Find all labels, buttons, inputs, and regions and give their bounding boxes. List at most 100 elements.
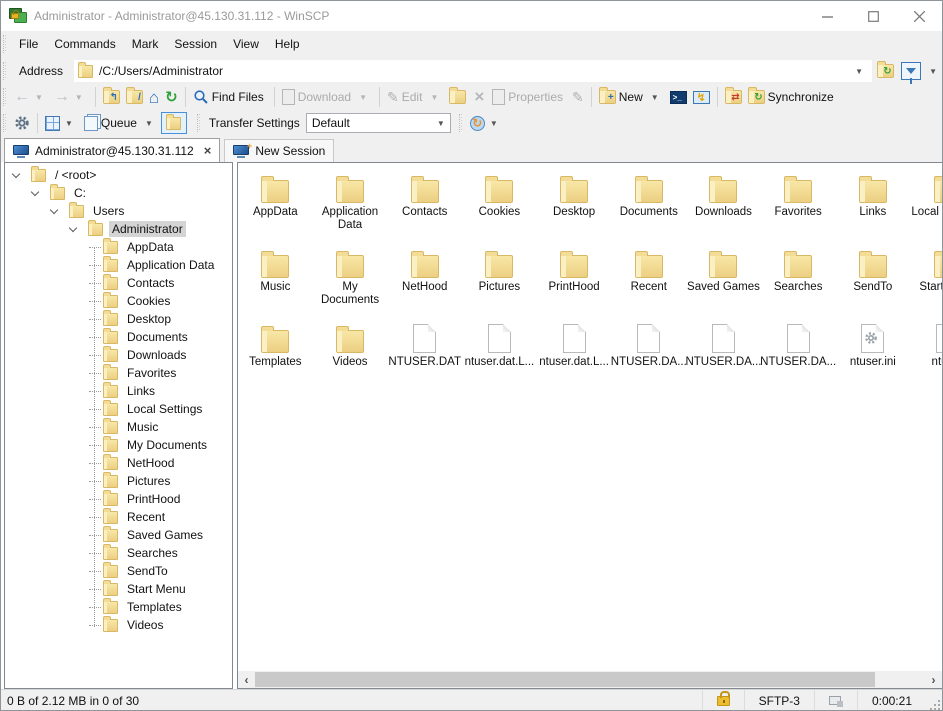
toolbar-grip[interactable] [3, 88, 8, 106]
delete-button[interactable]: × [469, 85, 489, 109]
home-directory-button[interactable]: ⌂ [146, 85, 162, 109]
menu-item-mark[interactable]: Mark [124, 33, 167, 55]
encryption-status-cell[interactable] [702, 690, 744, 711]
filter-button[interactable] [899, 60, 923, 82]
address-field[interactable]: /C:/Users/Administrator ▼ [73, 59, 872, 83]
tree-item[interactable]: Documents [5, 328, 232, 346]
maximize-button[interactable] [850, 1, 896, 31]
transfer-grip[interactable] [197, 114, 202, 132]
synchronize-button[interactable]: ↻ Synchronize [745, 85, 840, 109]
tab-new-session[interactable]: + New Session [224, 139, 334, 162]
properties-button[interactable]: Properties [489, 85, 569, 109]
menu-item-file[interactable]: File [11, 33, 46, 55]
address-grip[interactable] [3, 62, 8, 80]
file-item[interactable]: ntuser [910, 319, 942, 394]
menu-item-commands[interactable]: Commands [46, 33, 123, 55]
parent-directory-button[interactable]: ↰ [100, 85, 123, 109]
tree-item[interactable]: Pictures [5, 472, 232, 490]
scrollbar-thumb[interactable] [255, 672, 875, 687]
tree-item[interactable]: Downloads [5, 346, 232, 364]
close-tab-icon[interactable]: × [204, 143, 212, 158]
panel-layout-button[interactable]: ▼ [42, 111, 81, 135]
chevron-down-icon[interactable] [31, 187, 39, 195]
rename-button[interactable]: ✎ [569, 85, 587, 109]
tree-item[interactable]: Users [5, 202, 232, 220]
menu-item-help[interactable]: Help [267, 33, 308, 55]
file-item[interactable]: NTUSER.DA... [686, 319, 761, 394]
file-item[interactable]: NTUSER.DA... [611, 319, 686, 394]
open-console-button[interactable]: >_ [667, 85, 690, 109]
chevron-down-icon[interactable] [50, 205, 58, 213]
synchronize-browsing-button[interactable]: ⇄ [722, 85, 745, 109]
connection-cell[interactable] [814, 690, 857, 711]
tree-item[interactable]: NetHood [5, 454, 232, 472]
minimize-button[interactable] [804, 1, 850, 31]
protocol-cell[interactable]: SFTP-3 [744, 690, 814, 711]
tree-item[interactable]: PrintHood [5, 490, 232, 508]
scroll-right-icon[interactable]: › [925, 671, 942, 688]
file-item[interactable]: SendTo [836, 244, 911, 319]
chevron-down-icon[interactable] [12, 169, 20, 177]
find-files-button[interactable]: Find Files [190, 85, 270, 109]
file-item[interactable]: ntuser.dat.L... [462, 319, 537, 394]
root-directory-button[interactable]: / [123, 85, 146, 109]
tree-item[interactable]: C: [5, 184, 232, 202]
menu-item-view[interactable]: View [225, 33, 267, 55]
toolbar2-grip[interactable] [3, 114, 8, 132]
file-item[interactable]: NTUSER.DA... [761, 319, 836, 394]
file-item[interactable]: Application Data [313, 169, 388, 244]
back-button[interactable]: ←▼ [11, 85, 51, 109]
tree-item[interactable]: My Documents [5, 436, 232, 454]
open-directory-button[interactable]: ↻ [873, 60, 897, 82]
horizontal-scrollbar[interactable]: ‹ › [238, 671, 942, 688]
tree-item[interactable]: Videos [5, 616, 232, 634]
file-item[interactable]: ntuser.ini [836, 319, 911, 394]
duplicate-button[interactable] [446, 85, 469, 109]
download-button[interactable]: Download ▼ [279, 85, 375, 109]
chevron-down-icon[interactable] [69, 223, 77, 231]
file-item[interactable]: Favorites [761, 169, 836, 244]
file-item[interactable]: Links [836, 169, 911, 244]
menu-item-session[interactable]: Session [166, 33, 225, 55]
scroll-left-icon[interactable]: ‹ [238, 671, 255, 688]
tree-item[interactable]: Cookies [5, 292, 232, 310]
preferences-button[interactable] [11, 111, 33, 135]
resize-grip[interactable] [928, 698, 942, 711]
file-item[interactable]: Pictures [462, 244, 537, 319]
tree-item[interactable]: Templates [5, 598, 232, 616]
tab-session-active[interactable]: Administrator@45.130.31.112 × [4, 138, 220, 162]
tree-item[interactable]: / <root> [5, 166, 232, 184]
menu-grip[interactable] [3, 35, 8, 53]
tree-item[interactable]: Music [5, 418, 232, 436]
transfer-settings-select[interactable]: Default ▼ [306, 113, 451, 133]
forward-button[interactable]: →▼ [51, 85, 91, 109]
file-item[interactable]: ntuser.dat.L... [537, 319, 612, 394]
tree-item[interactable]: Recent [5, 508, 232, 526]
file-item[interactable]: Recent [611, 244, 686, 319]
file-item[interactable]: Desktop [537, 169, 612, 244]
tree-item[interactable]: Local Settings [5, 400, 232, 418]
file-item[interactable]: AppData [238, 169, 313, 244]
file-item[interactable]: NetHood [387, 244, 462, 319]
address-dropdown-icon[interactable]: ▼ [850, 67, 868, 76]
synchronize-browsing-toggle[interactable]: ↻▼ [467, 111, 506, 135]
new-button[interactable]: + New ▼ [596, 85, 667, 109]
tree-view-toggle-button[interactable] [161, 112, 187, 134]
refresh-button[interactable]: ↻ [162, 85, 181, 109]
tree-item[interactable]: Links [5, 382, 232, 400]
file-item[interactable]: My Documents [313, 244, 388, 319]
tree-item[interactable]: Application Data [5, 256, 232, 274]
file-item[interactable]: PrintHood [537, 244, 612, 319]
file-item[interactable]: Contacts [387, 169, 462, 244]
tree-item[interactable]: Desktop [5, 310, 232, 328]
close-button[interactable] [896, 1, 942, 31]
file-item[interactable]: Videos [313, 319, 388, 394]
file-item[interactable]: Documents [611, 169, 686, 244]
edit-button[interactable]: ✎ Edit ▼ [384, 85, 446, 109]
filter-dropdown-icon[interactable]: ▼ [924, 67, 942, 76]
file-item[interactable]: Music [238, 244, 313, 319]
tree-item[interactable]: Start Menu [5, 580, 232, 598]
tree-item[interactable]: Saved Games [5, 526, 232, 544]
tree-item[interactable]: Searches [5, 544, 232, 562]
tree-item[interactable]: Contacts [5, 274, 232, 292]
